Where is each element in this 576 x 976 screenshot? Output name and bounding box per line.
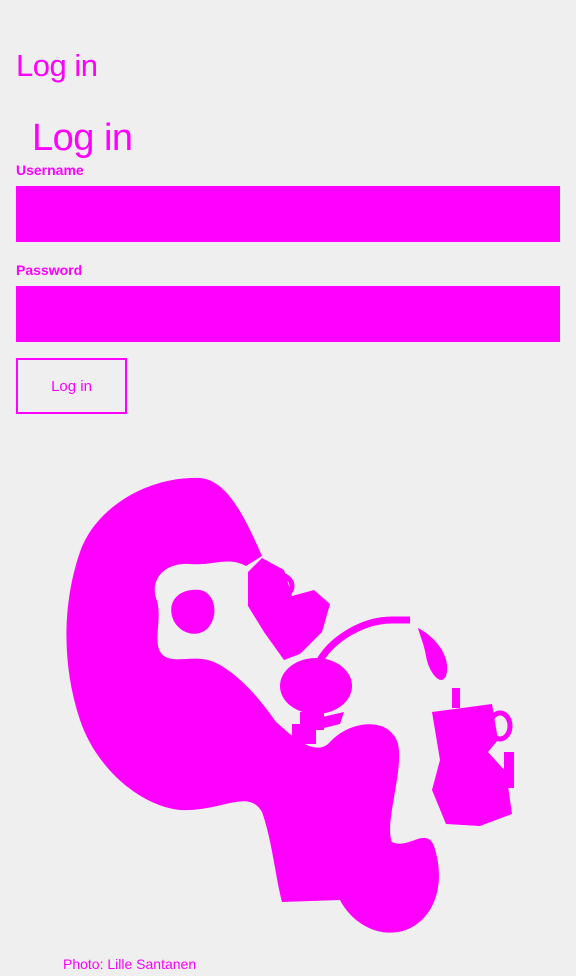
password-label: Password	[16, 262, 83, 278]
swirl-shape	[66, 477, 439, 933]
login-form-heading: Log in	[32, 117, 133, 159]
pot-two-top	[452, 688, 460, 708]
username-label: Username	[16, 162, 84, 178]
password-input[interactable]	[16, 286, 560, 342]
pot-one	[248, 558, 330, 660]
login-button[interactable]: Log in	[16, 358, 127, 414]
coffee-pots-illustration	[66, 477, 514, 933]
middle-pot-body	[280, 658, 352, 714]
pot-two-handle	[504, 752, 514, 788]
drop-shape	[418, 628, 448, 680]
pot-two	[432, 704, 512, 826]
page-title: Log in	[16, 48, 98, 83]
spout-curve	[314, 616, 410, 666]
middle-pot-base	[292, 724, 316, 744]
username-input[interactable]	[16, 186, 560, 242]
photo-credit: Photo: Lille Santanen	[63, 956, 197, 972]
